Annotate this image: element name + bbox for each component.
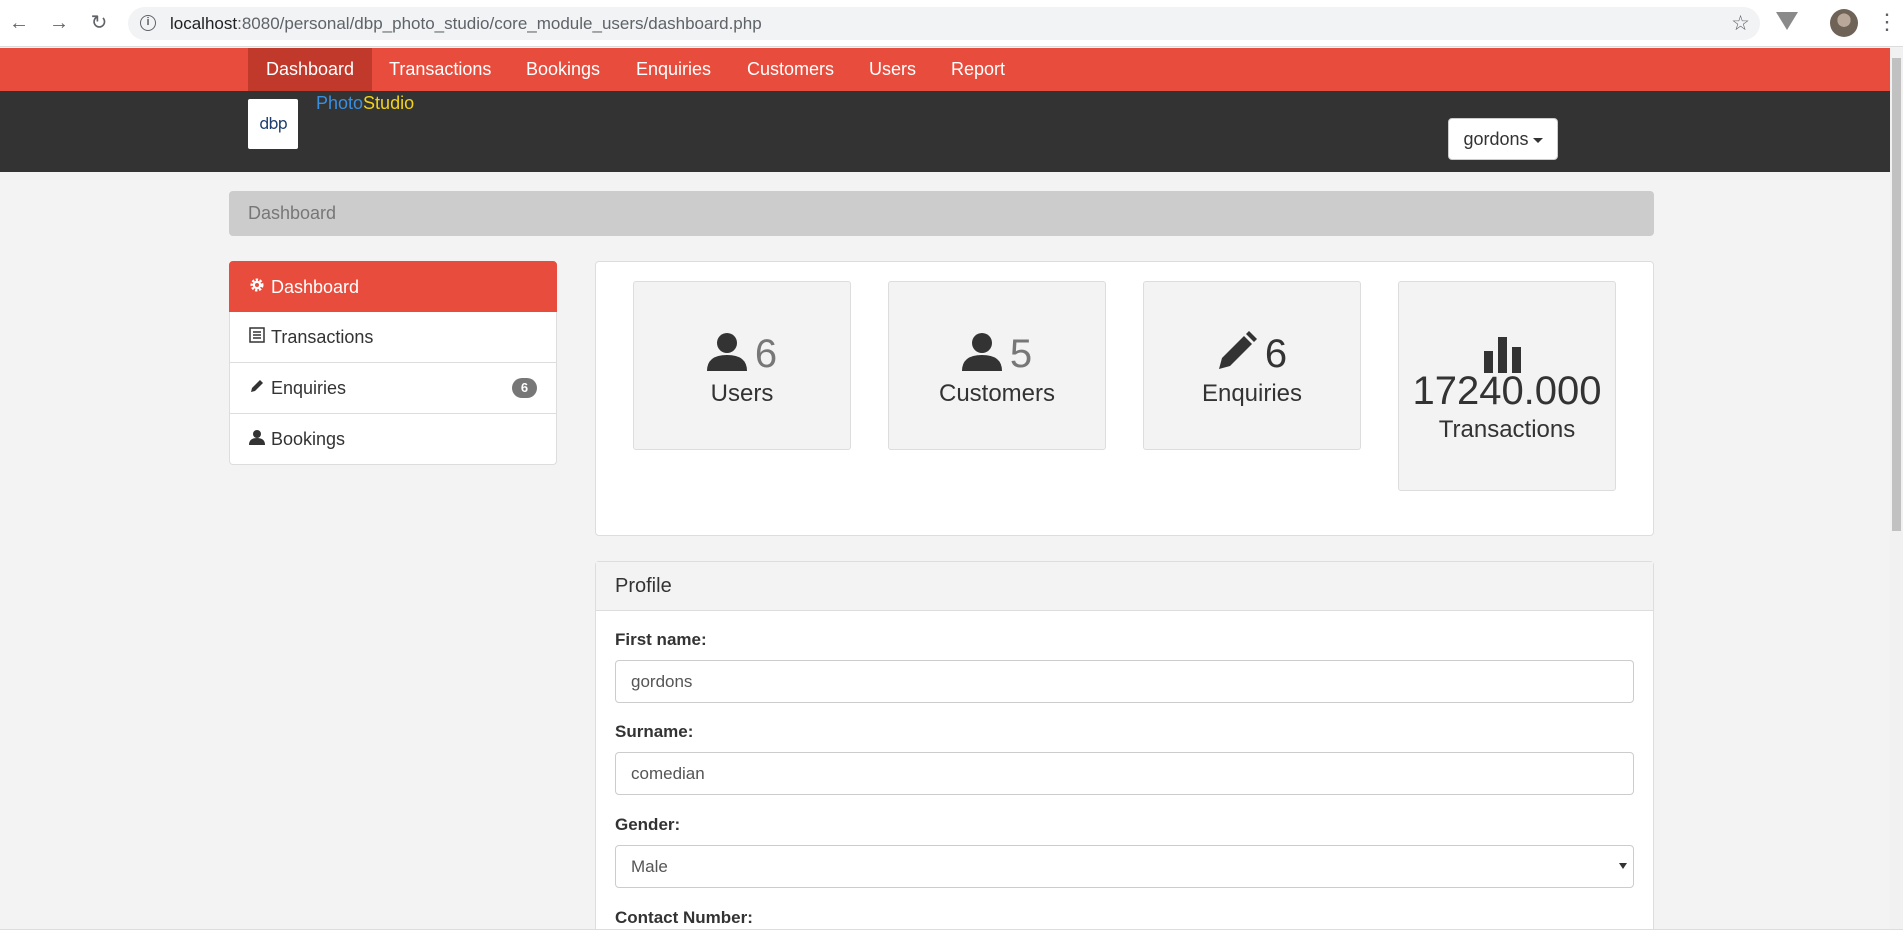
user-button-label: gordons: [1463, 129, 1529, 149]
brand-part-2: Studio: [363, 93, 415, 113]
nav-enquiries[interactable]: Enquiries: [618, 48, 729, 91]
user-dropdown-button[interactable]: gordons: [1448, 118, 1558, 160]
enquiries-count-badge: 6: [512, 378, 537, 398]
gender-label: Gender:: [615, 815, 681, 834]
nav-customers[interactable]: Customers: [729, 48, 852, 91]
profile-panel: Profile First name: gordons Surname: com…: [595, 561, 1654, 949]
bookmark-star-icon[interactable]: ☆: [1731, 11, 1750, 36]
sidebar-item-label: Enquiries: [271, 378, 347, 398]
nav-users[interactable]: Users: [851, 48, 934, 91]
page-scrollbar[interactable]: [1890, 48, 1903, 929]
gender-selected-value: Male: [631, 857, 668, 876]
pencil-icon: [249, 364, 267, 414]
gear-icon: [249, 263, 267, 313]
url-path: :8080/personal/dbp_photo_studio/core_mod…: [237, 14, 762, 33]
stat-value: 17240.000: [1412, 369, 1602, 413]
stat-card-enquiries[interactable]: 6 Enquiries: [1143, 281, 1361, 450]
reload-icon[interactable]: ↻: [86, 10, 112, 36]
nav-transactions[interactable]: Transactions: [371, 48, 509, 91]
first-name-group: First name: gordons: [615, 630, 1634, 703]
profile-avatar[interactable]: [1830, 9, 1858, 37]
brand-header: dbp PhotoStudio gordons: [0, 91, 1890, 172]
breadcrumb: Dashboard: [229, 191, 1654, 236]
stat-card-customers[interactable]: 5 Customers: [888, 281, 1106, 450]
nav-report[interactable]: Report: [933, 48, 1023, 91]
nav-bookings[interactable]: Bookings: [508, 48, 618, 91]
caret-down-icon: [1532, 137, 1543, 143]
contact-group: Contact Number:: [615, 908, 1634, 930]
logo[interactable]: dbp: [248, 99, 298, 149]
stat-label: Transactions: [1438, 416, 1576, 443]
stat-label: Users: [710, 380, 774, 407]
top-navbar: Dashboard Transactions Bookings Enquirie…: [0, 48, 1890, 91]
surname-group: Surname: comedian: [615, 722, 1634, 795]
user-icon: [961, 333, 1002, 371]
sidebar: Dashboard Transactions Enquiries 6 Booki…: [229, 261, 557, 465]
stat-label: Enquiries: [1201, 380, 1303, 407]
list-icon: [249, 313, 267, 363]
extension-icon[interactable]: [1776, 12, 1798, 30]
surname-field[interactable]: comedian: [615, 752, 1634, 795]
info-icon[interactable]: i: [140, 15, 156, 31]
brand-name[interactable]: PhotoStudio: [316, 93, 414, 114]
scrollbar-thumb[interactable]: [1892, 58, 1901, 531]
sidebar-item-label: Bookings: [271, 429, 346, 449]
sidebar-item-label: Transactions: [271, 327, 374, 347]
brand-part-1: Photo: [316, 93, 364, 113]
sidebar-item-dashboard[interactable]: Dashboard: [229, 261, 557, 312]
sidebar-item-bookings[interactable]: Bookings: [229, 414, 557, 465]
user-icon: [249, 415, 267, 465]
surname-label: Surname:: [615, 722, 694, 741]
contact-number-label: Contact Number:: [615, 908, 753, 927]
gender-group: Gender: Male: [615, 815, 1634, 888]
nav-dashboard[interactable]: Dashboard: [248, 48, 373, 91]
sidebar-item-transactions[interactable]: Transactions: [229, 312, 557, 363]
first-name-field[interactable]: gordons: [615, 660, 1634, 703]
address-bar[interactable]: i localhost:8080/personal/dbp_photo_stud…: [128, 7, 1760, 40]
select-arrow-icon: [1619, 863, 1627, 869]
stat-value: 5: [1009, 332, 1033, 376]
stats-panel: 6 Users 5 Customers 6 Enquiries 17240.00…: [595, 261, 1654, 536]
url-text[interactable]: localhost:8080/personal/dbp_photo_studio…: [170, 14, 762, 34]
stat-card-users[interactable]: 6 Users: [633, 281, 851, 450]
sidebar-item-enquiries[interactable]: Enquiries 6: [229, 363, 557, 414]
back-arrow-icon[interactable]: ←: [6, 10, 32, 36]
user-icon: [706, 333, 747, 371]
stat-value: 6: [754, 332, 778, 376]
bottom-strip: [0, 929, 1903, 949]
menu-kebab-icon[interactable]: ⋮: [1876, 10, 1898, 36]
profile-title: Profile: [596, 562, 1653, 611]
browser-toolbar: ← → ↻ i localhost:8080/personal/dbp_phot…: [0, 0, 1903, 47]
first-name-label: First name:: [615, 630, 707, 649]
url-host: localhost: [170, 14, 238, 33]
stat-card-transactions[interactable]: 17240.000 Transactions: [1398, 281, 1616, 491]
sidebar-item-label: Dashboard: [271, 277, 360, 297]
stat-label: Customers: [938, 380, 1056, 407]
stat-value: 6: [1264, 332, 1288, 376]
pencil-icon: [1218, 331, 1257, 369]
gender-select[interactable]: Male: [615, 845, 1634, 888]
forward-arrow-icon[interactable]: →: [46, 10, 72, 36]
